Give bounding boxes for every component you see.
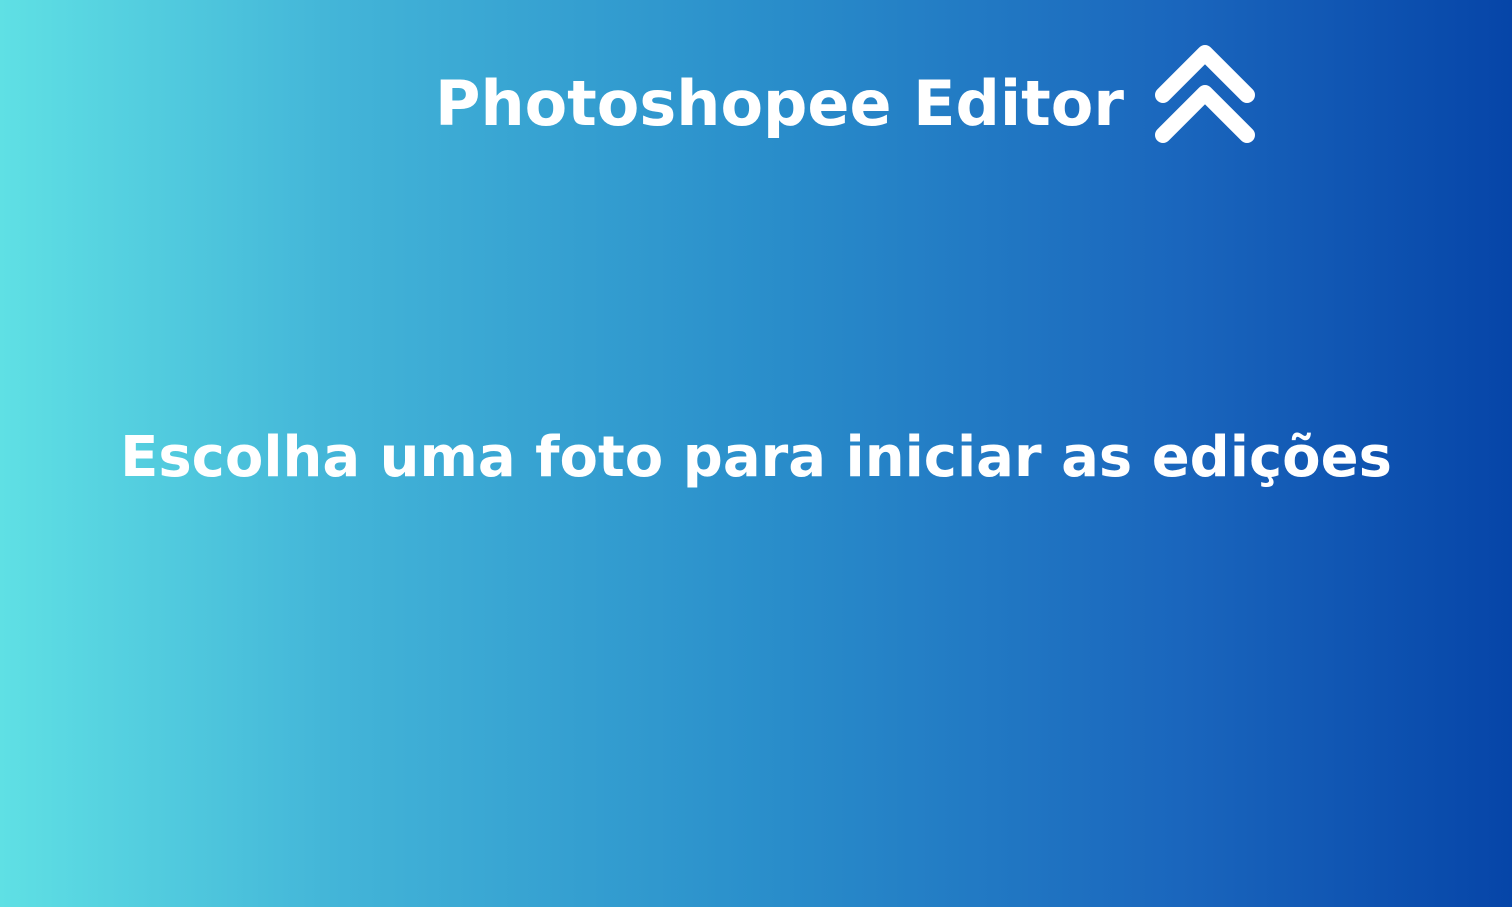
app-title: Photoshopee Editor [435,67,1124,140]
editor-screen: Photoshopee Editor Escolha uma foto para… [0,0,1512,907]
double-chevron-up-icon-graphic [1155,45,1255,143]
double-chevron-up-icon[interactable] [1150,40,1260,150]
choose-photo-prompt: Escolha uma foto para iniciar as edições [120,425,1392,490]
